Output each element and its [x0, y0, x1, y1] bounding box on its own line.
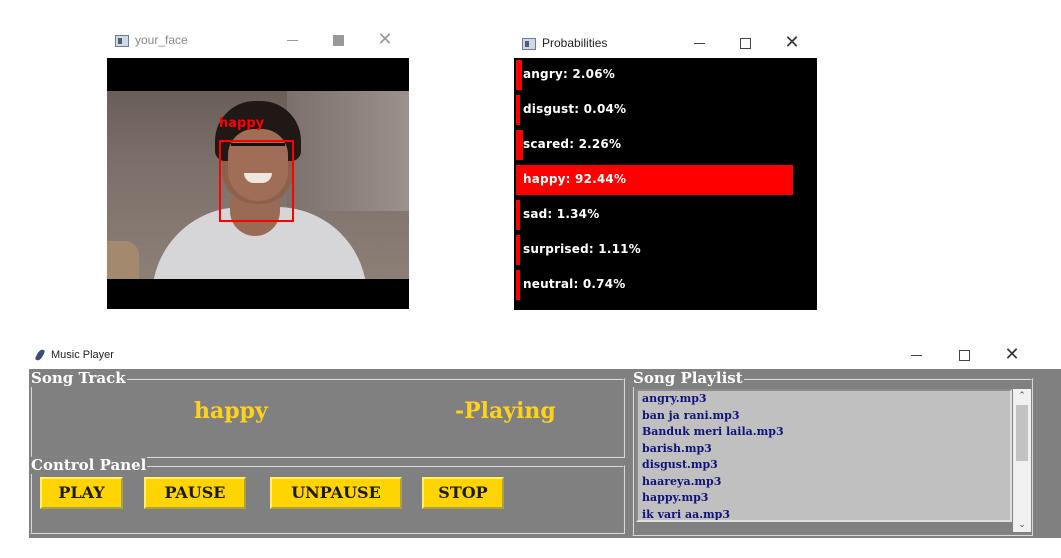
probability-bar: [516, 200, 521, 230]
probability-row: neutral: 0.74%: [514, 270, 817, 300]
song-track-group: Song Track happy -Playing: [30, 370, 625, 458]
face-window: your_face ✕ happy: [107, 24, 409, 309]
probability-label: disgust: 0.04%: [523, 102, 627, 116]
unpause-button[interactable]: UNPAUSE: [270, 477, 402, 509]
face-emotion-label: happy: [219, 116, 265, 131]
current-song-label: happy: [194, 398, 268, 424]
face-window-title: your_face: [135, 33, 188, 47]
probability-bar: [516, 95, 520, 125]
probabilities-window: Probabilities ✕ angry: 2.06% disgust: 0.0…: [514, 27, 817, 310]
song-playlist-listbox[interactable]: angry.mp3 ban ja rani.mp3 Banduk meri lail…: [636, 389, 1012, 522]
music-player-body: Song Track happy -Playing Control Panel …: [29, 369, 1061, 538]
close-icon[interactable]: ✕: [780, 33, 804, 53]
playlist-scrollbar[interactable]: ⌃ ⌄: [1013, 389, 1031, 532]
song-playlist-title: Song Playlist: [632, 369, 744, 387]
probability-row: surprised: 1.11%: [514, 235, 817, 265]
probability-label: sad: 1.34%: [523, 207, 600, 221]
minimize-icon[interactable]: [281, 30, 305, 50]
playlist-item[interactable]: angry.mp3: [638, 391, 1010, 408]
webcam-frame: happy: [107, 58, 409, 309]
probability-bar: [516, 270, 520, 300]
playlist-item[interactable]: ik vari aa.mp3: [638, 507, 1010, 521]
probability-label: happy: 92.44%: [523, 172, 627, 186]
probability-label: surprised: 1.11%: [523, 242, 641, 256]
minimize-icon[interactable]: [688, 33, 712, 53]
probability-row: scared: 2.26%: [514, 130, 817, 160]
playlist-item[interactable]: happy.mp3: [638, 490, 1010, 507]
face-detection-box: [219, 140, 294, 222]
probability-bar: [516, 235, 520, 265]
stop-button[interactable]: STOP: [422, 477, 504, 509]
song-track-title: Song Track: [30, 369, 127, 387]
playback-status-label: -Playing: [455, 398, 556, 424]
scroll-thumb[interactable]: [1016, 405, 1028, 461]
feather-icon: [34, 348, 46, 362]
close-icon[interactable]: ✕: [1000, 345, 1024, 365]
probability-label: angry: 2.06%: [523, 67, 615, 81]
maximize-icon[interactable]: [733, 33, 757, 53]
probability-bar: [516, 130, 523, 160]
prob-window-title: Probabilities: [542, 36, 608, 50]
close-icon[interactable]: ✕: [373, 30, 397, 50]
probability-row: sad: 1.34%: [514, 200, 817, 230]
probability-bar: [516, 60, 523, 90]
playlist-item[interactable]: Banduk meri laila.mp3: [638, 424, 1010, 441]
music-player-window: Music Player ✕ Song Track happy -Playing…: [29, 343, 1061, 558]
playlist-item[interactable]: ban ja rani.mp3: [638, 408, 1010, 425]
scroll-up-icon[interactable]: ⌃: [1013, 389, 1031, 403]
app-icon: [522, 38, 536, 50]
control-panel-title: Control Panel: [30, 456, 148, 474]
probability-row: angry: 2.06%: [514, 60, 817, 90]
music-player-titlebar[interactable]: Music Player ✕: [29, 343, 1061, 369]
prob-window-titlebar[interactable]: Probabilities ✕: [514, 27, 817, 61]
probability-label: neutral: 0.74%: [523, 277, 626, 291]
minimize-icon[interactable]: [905, 345, 929, 365]
face-window-titlebar[interactable]: your_face ✕: [107, 24, 409, 58]
scroll-down-icon[interactable]: ⌄: [1013, 518, 1031, 532]
music-player-title: Music Player: [51, 349, 114, 361]
window-bottom-edge: [29, 538, 1061, 558]
probability-row: happy: 92.44%: [514, 165, 817, 195]
playlist-item[interactable]: disgust.mp3: [638, 457, 1010, 474]
playlist-item[interactable]: haareya.mp3: [638, 474, 1010, 491]
probability-label: scared: 2.26%: [523, 137, 622, 151]
playlist-item[interactable]: barish.mp3: [638, 441, 1010, 458]
probability-chart: angry: 2.06% disgust: 0.04% scared: 2.26% h…: [514, 58, 817, 310]
play-button[interactable]: PLAY: [40, 477, 123, 509]
probability-row: disgust: 0.04%: [514, 95, 817, 125]
maximize-icon[interactable]: [952, 345, 976, 365]
webcam-image: happy: [107, 91, 409, 279]
pause-button[interactable]: PAUSE: [144, 477, 246, 509]
app-icon: [115, 35, 129, 47]
maximize-icon[interactable]: [326, 30, 350, 50]
